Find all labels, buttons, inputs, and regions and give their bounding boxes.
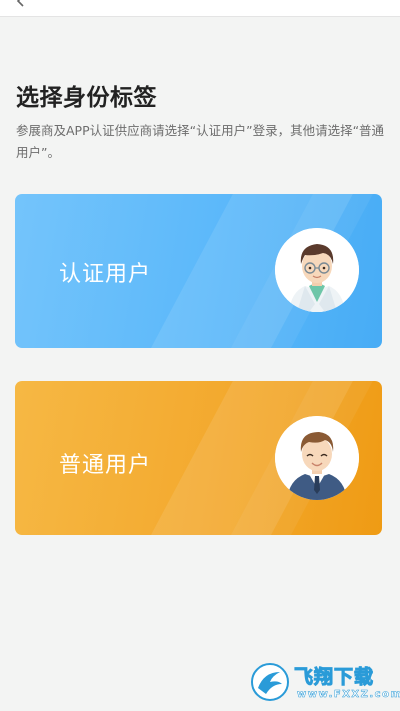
page-title: 选择身份标签 xyxy=(16,85,157,111)
page-description: 参展商及APP认证供应商请选择“认证用户”登录，其他请选择“普通用户”。 xyxy=(16,123,385,160)
verified-user-card[interactable]: 认证用户 xyxy=(15,194,382,348)
doctor-avatar-icon xyxy=(275,228,359,312)
businessman-avatar-icon xyxy=(275,416,359,500)
top-bar xyxy=(0,0,400,17)
chevron-left-icon[interactable] xyxy=(14,0,28,8)
watermark-title: 飞翔下载 xyxy=(293,666,375,689)
verified-user-label: 认证用户 xyxy=(59,262,152,287)
feixiang-logo-icon xyxy=(250,662,290,702)
normal-user-label: 普通用户 xyxy=(59,453,152,478)
watermark-url: www.FXXZ.com xyxy=(297,689,400,701)
normal-user-card[interactable]: 普通用户 xyxy=(15,381,382,535)
site-watermark: 飞翔下载 www.FXXZ.com xyxy=(250,660,400,711)
